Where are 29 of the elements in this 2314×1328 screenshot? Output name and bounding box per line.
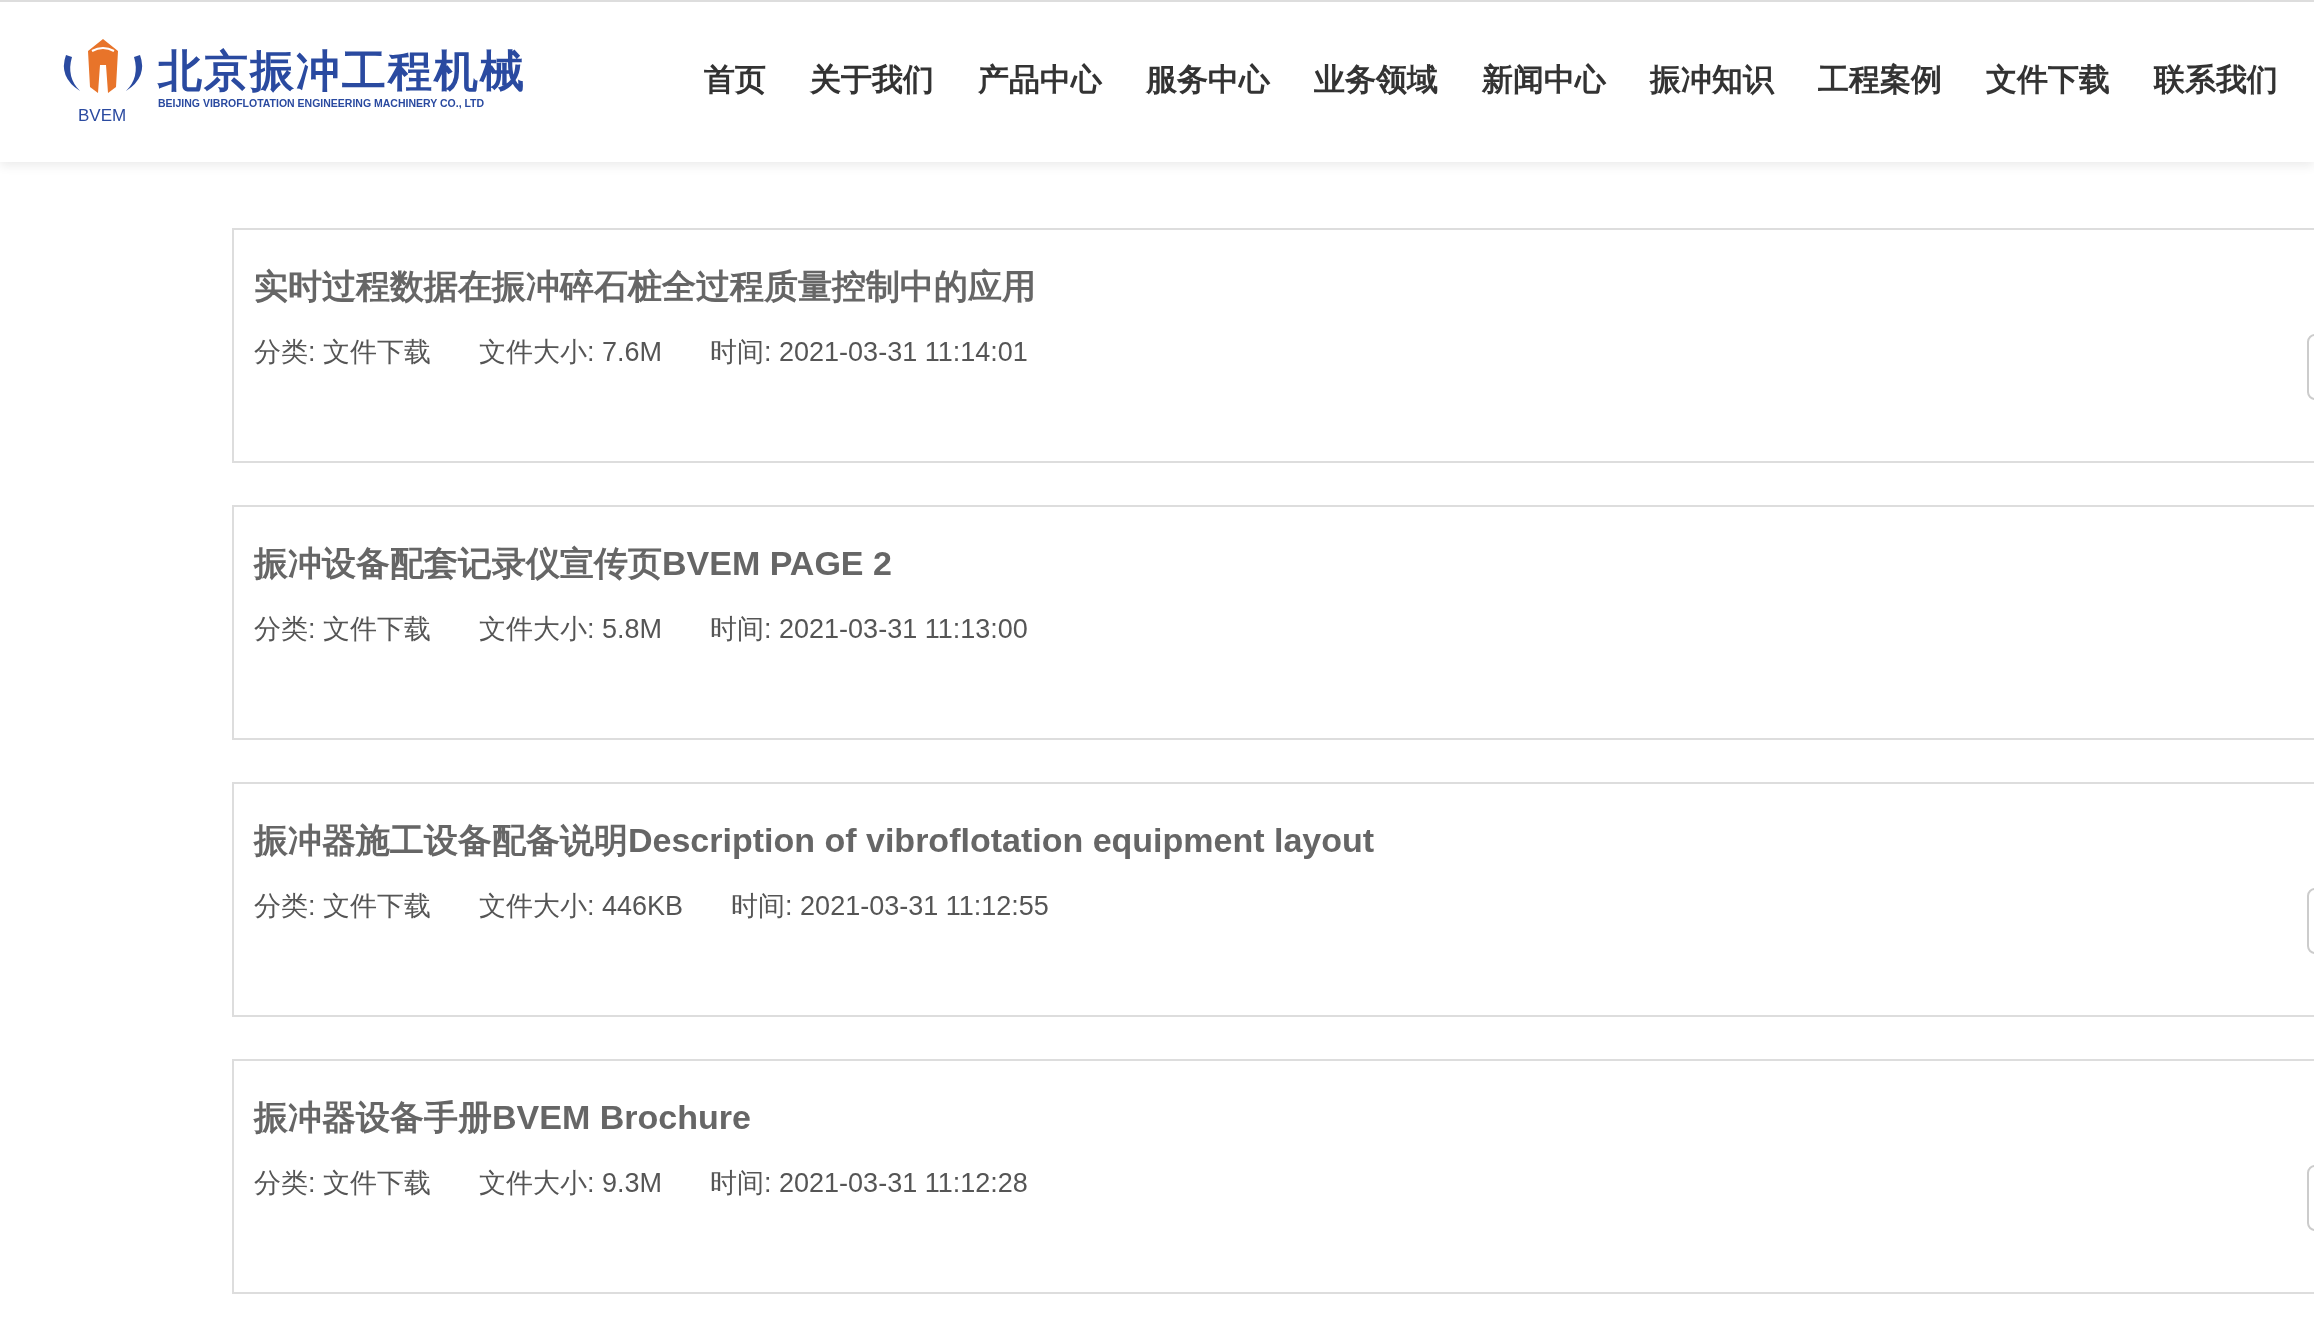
file-category: 分类: 文件下载: [254, 613, 431, 646]
logo-name: 北京振冲工程机械: [158, 45, 526, 97]
file-time: 时间: 2021-03-31 11:12:55: [731, 890, 1049, 923]
nav-link[interactable]: 新闻中心: [1482, 59, 1606, 101]
file-title[interactable]: 振冲器施工设备配备说明Description of vibroflotation equipment layout: [254, 818, 2314, 862]
nav-link[interactable]: 振冲知识: [1650, 59, 1774, 101]
nav-link[interactable]: 联系我们: [2154, 59, 2278, 101]
file-size: 文件大小: 9.3M: [479, 1167, 663, 1200]
file-size: 文件大小: 446KB: [479, 890, 684, 923]
file-category: 分类: 文件下载: [254, 890, 431, 923]
nav-link[interactable]: 文件下载: [1986, 59, 2110, 101]
file-category: 分类: 文件下载: [254, 336, 431, 369]
file-category: 分类: 文件下载: [254, 1167, 431, 1200]
nav-link[interactable]: 首页: [704, 59, 766, 101]
file-time: 时间: 2021-03-31 11:12:28: [710, 1167, 1028, 1200]
nav-link[interactable]: 工程案例: [1818, 59, 1942, 101]
file-time: 时间: 2021-03-31 11:13:00: [710, 613, 1028, 646]
nav-link[interactable]: 关于我们: [810, 59, 934, 101]
nav-link[interactable]: 产品中心: [978, 59, 1102, 101]
nav-link[interactable]: 服务中心: [1146, 59, 1270, 101]
file-title[interactable]: 振冲器设备手册BVEM Brochure: [254, 1095, 2314, 1139]
logo-subtitle: BEIJING VIBROFLOTATION ENGINEERING MACHINERY CO., LTD: [158, 97, 486, 109]
file-size: 文件大小: 5.8M: [479, 613, 663, 646]
nav-link[interactable]: 业务领域: [1314, 59, 1438, 101]
file-title[interactable]: 振冲设备配套记录仪宣传页BVEM PAGE 2: [254, 541, 2314, 585]
file-title[interactable]: 实时过程数据在振冲碎石桩全过程质量控制中的应用: [254, 264, 2314, 308]
logo-label: BVEM: [78, 106, 127, 126]
file-size: 文件大小: 7.6M: [479, 336, 663, 369]
file-time: 时间: 2021-03-31 11:14:01: [710, 336, 1028, 369]
